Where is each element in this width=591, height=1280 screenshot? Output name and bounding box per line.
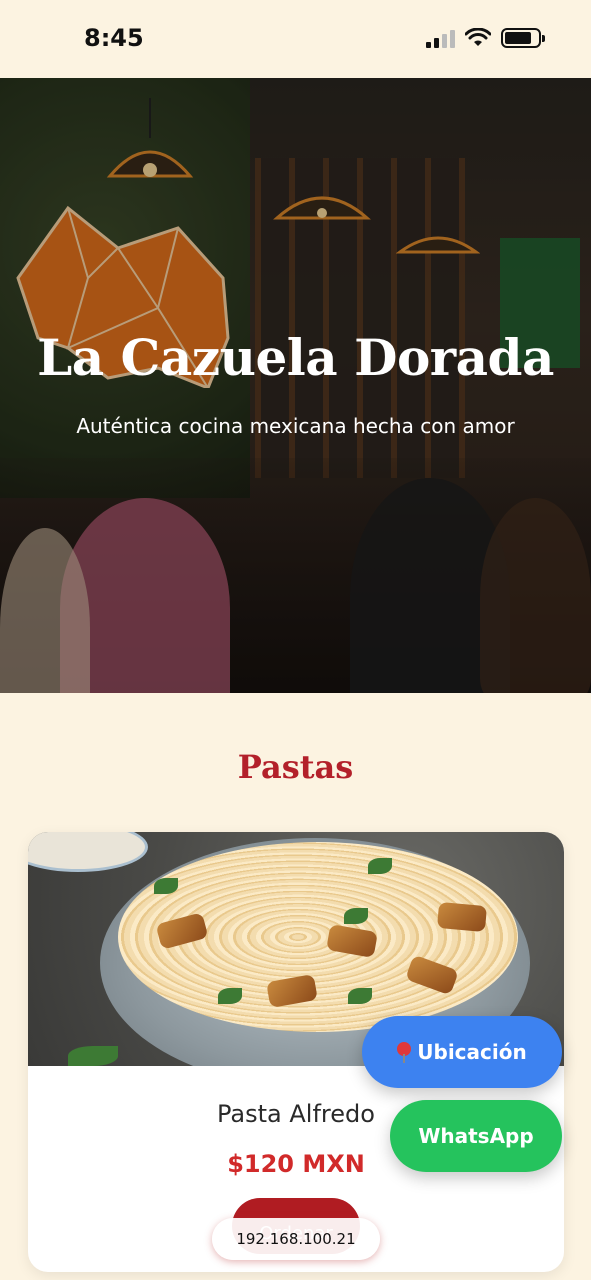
map-pin-icon [397, 1042, 412, 1063]
basil-leaf [154, 878, 178, 894]
hero-banner: La Cazuela Dorada Auténtica cocina mexic… [0, 78, 591, 693]
wifi-icon [465, 28, 491, 46]
status-bar: 8:45 [0, 0, 591, 78]
whatsapp-button[interactable]: WhatsApp [390, 1100, 562, 1172]
basil-leaf [68, 1046, 118, 1066]
hero-title: La Cazuela Dorada [37, 328, 554, 387]
section-title: Pastas [237, 748, 354, 786]
basil-leaf [218, 988, 242, 1004]
address-bar[interactable]: 192.168.100.21 [212, 1218, 380, 1260]
basil-leaf [344, 908, 368, 924]
location-button-label: Ubicación [417, 1040, 527, 1064]
battery-icon [501, 28, 545, 48]
hero-subtitle: Auténtica cocina mexicana hecha con amor [76, 414, 515, 438]
location-button[interactable]: Ubicación [362, 1016, 562, 1088]
basil-leaf [368, 858, 392, 874]
whatsapp-button-label: WhatsApp [418, 1124, 534, 1148]
chicken-piece [436, 901, 488, 933]
basil-leaf [348, 988, 372, 1004]
status-time: 8:45 [84, 24, 144, 52]
cheese-bowl [28, 832, 148, 872]
cellular-signal-icon [426, 28, 455, 48]
status-icons [426, 28, 545, 48]
